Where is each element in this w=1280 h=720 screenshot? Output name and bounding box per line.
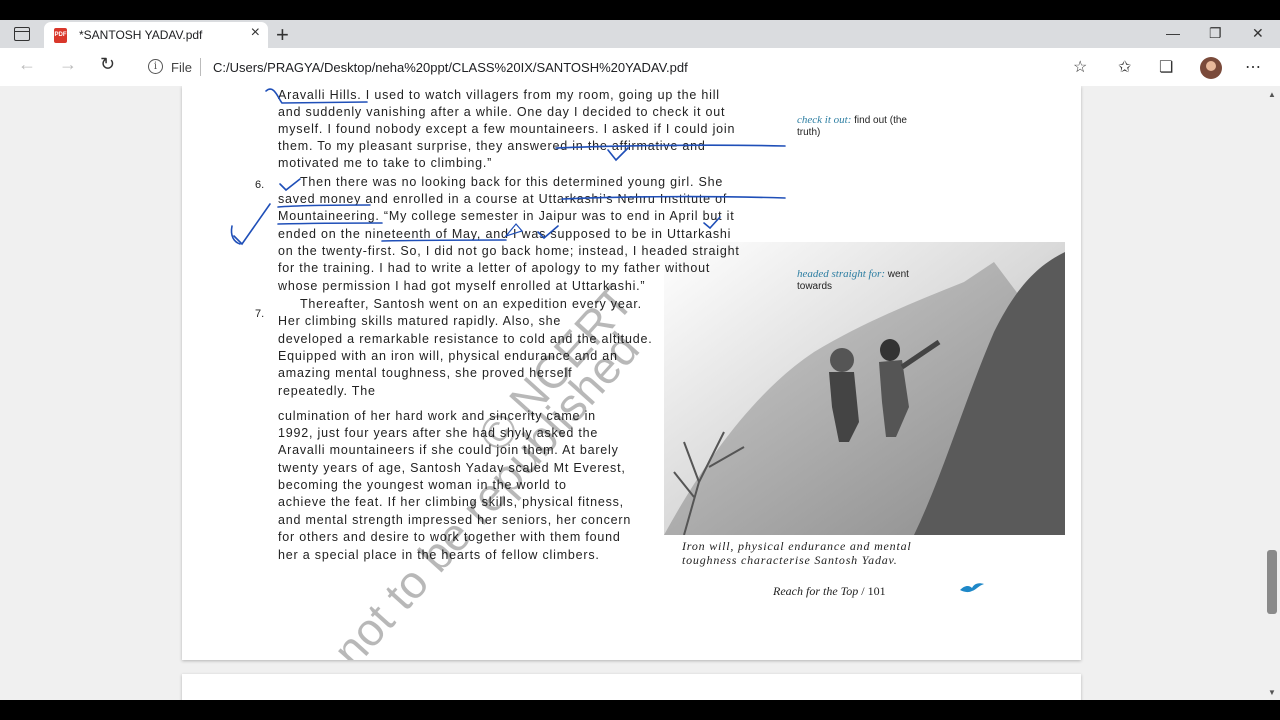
pdf-page-101: 6. 7. Aravalli Hills. I used to watch vi… xyxy=(182,86,1081,660)
bottom-black-band xyxy=(0,700,1280,720)
address-separator xyxy=(200,58,201,76)
forward-arrow-icon[interactable]: → xyxy=(59,54,77,75)
more-menu-icon[interactable]: ⋯ xyxy=(1245,57,1261,77)
back-arrow-icon[interactable]: ← xyxy=(18,54,36,75)
pdf-file-icon: PDF xyxy=(54,28,67,43)
new-tab-plus-icon[interactable]: + xyxy=(276,22,289,48)
tab-close-icon[interactable]: × xyxy=(251,24,260,42)
pdf-next-page xyxy=(182,674,1081,700)
minimize-icon[interactable]: — xyxy=(1166,25,1180,41)
scrollbar-thumb[interactable] xyxy=(1267,550,1277,614)
tab-title: *SANTOSH YADAV.pdf xyxy=(79,28,203,42)
collections-icon[interactable]: ❏ xyxy=(1159,57,1173,77)
pen-annotations xyxy=(230,88,786,246)
add-favorite-icon[interactable]: ☆ xyxy=(1073,57,1087,77)
scroll-down-arrow-icon[interactable]: ▼ xyxy=(1268,688,1276,697)
tab-santosh-yadav-pdf[interactable]: PDF *SANTOSH YADAV.pdf × xyxy=(44,22,268,48)
profile-avatar[interactable] xyxy=(1200,57,1222,79)
refresh-icon[interactable]: ↻ xyxy=(100,54,115,75)
favorites-icon[interactable]: ✩ xyxy=(1118,57,1131,77)
navigation-bar: ← → ↻ i File C:/Users/PRAGYA/Desktop/neh… xyxy=(0,48,1280,87)
window-close-icon[interactable]: ✕ xyxy=(1252,25,1264,42)
address-bar-url[interactable]: C:/Users/PRAGYA/Desktop/neha%20ppt/CLASS… xyxy=(213,60,688,75)
pdf-viewer[interactable]: 6. 7. Aravalli Hills. I used to watch vi… xyxy=(0,86,1280,700)
restore-icon[interactable]: ❐ xyxy=(1209,25,1222,42)
top-black-band xyxy=(0,0,1280,20)
info-icon[interactable]: i xyxy=(148,59,163,74)
address-scheme-label: File xyxy=(171,60,192,75)
tab-actions-icon[interactable] xyxy=(14,27,30,41)
scroll-up-arrow-icon[interactable]: ▲ xyxy=(1268,90,1276,99)
